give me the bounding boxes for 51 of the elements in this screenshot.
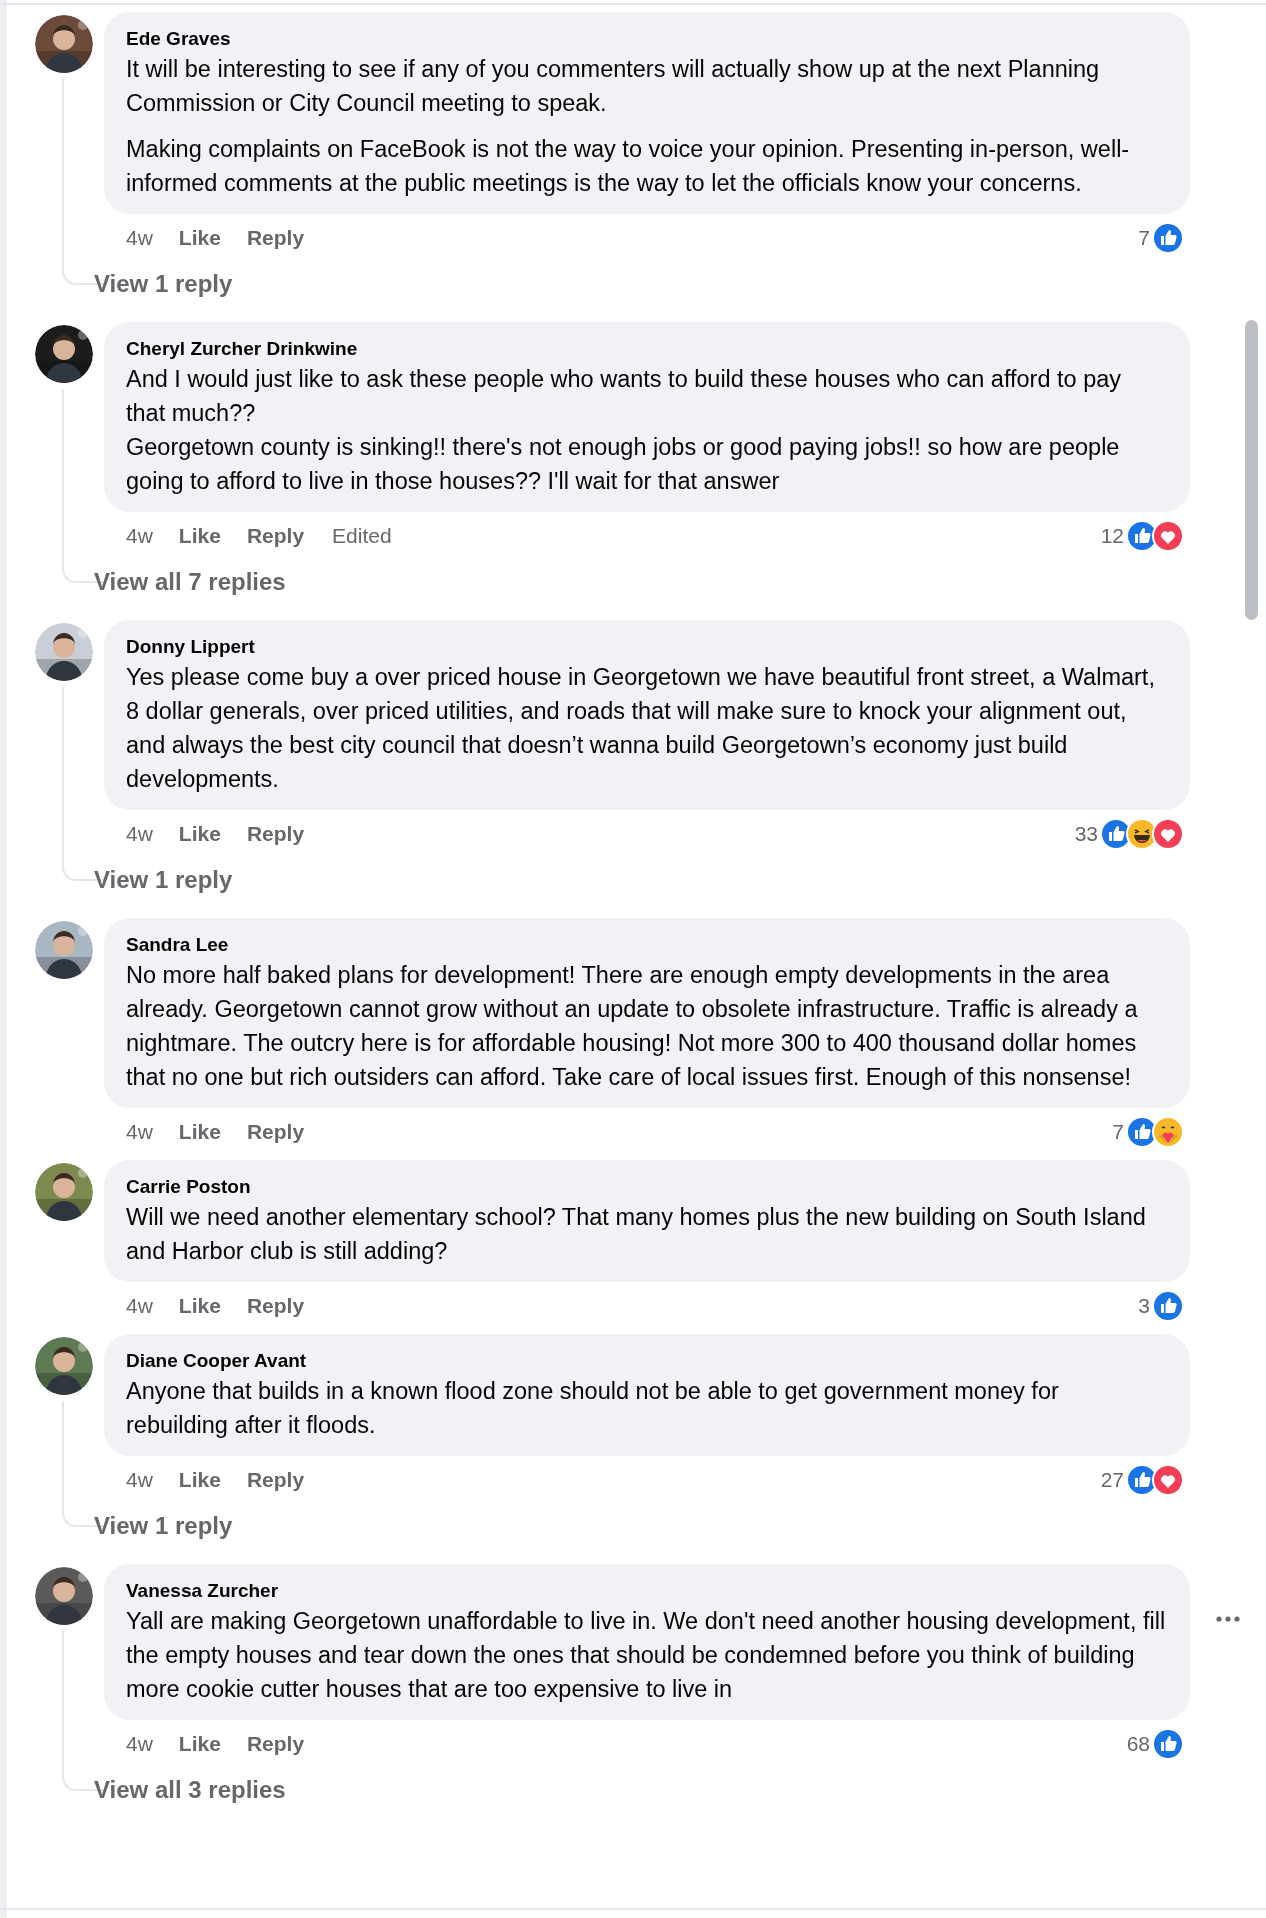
like-link[interactable]: Like bbox=[178, 1464, 221, 1496]
reply-link[interactable]: Reply bbox=[246, 818, 305, 850]
edited-label: Edited bbox=[332, 523, 392, 550]
like-link[interactable]: Like bbox=[178, 222, 221, 254]
like-link[interactable]: Like bbox=[178, 1728, 221, 1760]
author-name[interactable]: Sandra Lee bbox=[126, 932, 229, 958]
reply-link[interactable]: Reply bbox=[246, 1464, 305, 1496]
timestamp[interactable]: 4w bbox=[126, 1464, 153, 1496]
comment-text: And I would just like to ask these people who wants to build these houses who can afford to pay that much?? Georgetown county is sinking!! there's not enough jobs or good paying jobs!! so how are people going to afford to live in those houses?? I'll wait for that answer bbox=[126, 365, 1123, 496]
author-name[interactable]: Diane Cooper Avant bbox=[126, 1348, 307, 1374]
timestamp[interactable]: 4w bbox=[126, 1116, 153, 1148]
comment-text: Will we need another elementary school? That many homes plus the new building on South Island and Harbor club is still adding? bbox=[126, 1203, 1147, 1266]
comment-text: No more half baked plans for development! There are enough empty developments in the area already. Georgetown cannot grow without an update to obsolete infrastructure. Traffic is already a nightmare. The outcry here is for affordable housing! Not more 300 to 400 thousand dollar homes that no one but rich outsiders can afford. Take care of local issues first. Enough of this nonsense! bbox=[126, 961, 1139, 1092]
like-link[interactable]: Like bbox=[178, 520, 221, 552]
like-link[interactable]: Like bbox=[178, 1290, 221, 1322]
comment-text: It will be interesting to see if any of you commenters will actually show up at the next Planning Commission or City Council meeting to speak. bbox=[126, 55, 1101, 118]
author-name[interactable]: Cheryl Zurcher Drinkwine bbox=[126, 336, 358, 362]
reaction-count[interactable]: 12 bbox=[1100, 520, 1124, 552]
reaction-count[interactable]: 68 bbox=[1126, 1728, 1150, 1760]
like-link[interactable]: Like bbox=[178, 1116, 221, 1148]
author-name[interactable]: Carrie Poston bbox=[126, 1174, 251, 1200]
timestamp[interactable]: 4w bbox=[126, 1290, 153, 1322]
like-link[interactable]: Like bbox=[178, 818, 221, 850]
reaction-count[interactable]: 7 bbox=[1112, 1116, 1124, 1148]
timestamp[interactable]: 4w bbox=[126, 222, 153, 254]
comment-text: Yes please come buy a over priced house in Georgetown we have beautiful front street, a Walmart, 8 dollar generals, over priced utilities, and roads that will make sure to knock your alignment out, and always the best city council that doesn’t wanna build Georgetown’s economy just build developments. bbox=[126, 663, 1156, 794]
comment-text: Making complaints on FaceBook is not the way to voice your opinion. Presenting in-person, well-informed comments at the public meetings is the way to let the officials know your concerns. bbox=[126, 135, 1131, 198]
comment-text: Yall are making Georgetown unaffordable to live in. We don't need another housing development, fill the empty houses and tear down the ones that should be condemned before you think of building more cookie cutter houses that are too expensive to live in bbox=[126, 1607, 1166, 1704]
view-replies-link[interactable]: View all 3 replies bbox=[94, 1772, 286, 1808]
view-replies-link[interactable]: View 1 reply bbox=[94, 1508, 233, 1544]
timestamp[interactable]: 4w bbox=[126, 520, 153, 552]
author-name[interactable]: Vanessa Zurcher bbox=[126, 1578, 279, 1604]
view-replies-link[interactable]: View 1 reply bbox=[94, 266, 233, 302]
reply-link[interactable]: Reply bbox=[246, 222, 305, 254]
view-replies-link[interactable]: View all 7 replies bbox=[94, 564, 286, 600]
reaction-count[interactable]: 27 bbox=[1100, 1464, 1124, 1496]
author-name[interactable]: Ede Graves bbox=[126, 26, 231, 52]
more-options-icon[interactable] bbox=[1216, 1616, 1240, 1622]
reaction-count[interactable]: 3 bbox=[1138, 1290, 1150, 1322]
reply-link[interactable]: Reply bbox=[246, 1728, 305, 1760]
reply-link[interactable]: Reply bbox=[246, 520, 305, 552]
author-name[interactable]: Donny Lippert bbox=[126, 634, 255, 660]
timestamp[interactable]: 4w bbox=[126, 1728, 153, 1760]
scrollbar-thumb[interactable] bbox=[1245, 320, 1258, 620]
reaction-count[interactable]: 7 bbox=[1138, 222, 1150, 254]
reaction-count[interactable]: 33 bbox=[1074, 818, 1098, 850]
comment-text: Anyone that builds in a known flood zone should not be able to get government money for rebuilding after it floods. bbox=[126, 1377, 1060, 1440]
timestamp[interactable]: 4w bbox=[126, 818, 153, 850]
reply-link[interactable]: Reply bbox=[246, 1290, 305, 1322]
reply-link[interactable]: Reply bbox=[246, 1116, 305, 1148]
view-replies-link[interactable]: View 1 reply bbox=[94, 862, 233, 898]
